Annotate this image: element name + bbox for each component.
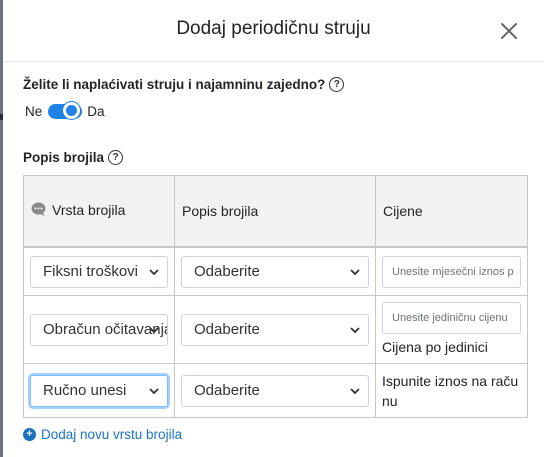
toggle-knob bbox=[63, 102, 81, 119]
chevron-down-icon bbox=[350, 387, 360, 394]
meter-type-select[interactable]: Obračun očitavanja bbox=[30, 313, 168, 346]
header-meter-type-label: Vrsta brojila bbox=[52, 201, 126, 218]
select-value: Fiksni troškovi bbox=[43, 262, 139, 280]
meter-type-select[interactable]: Fiksni troškovi bbox=[30, 255, 168, 288]
manual-entry-note: Ispunite iznos na računu bbox=[382, 372, 519, 409]
toggle-on-label: Da bbox=[87, 104, 105, 119]
chevron-down-icon bbox=[350, 326, 360, 333]
meter-list-select[interactable]: Odaberite bbox=[181, 374, 369, 407]
close-button[interactable] bbox=[499, 21, 519, 41]
close-icon bbox=[501, 23, 517, 39]
meters-table: Vrsta brojila Popis brojila Cijene Fiksn… bbox=[23, 175, 528, 418]
combined-billing-question: Želite li naplaćivati struju i najamninu… bbox=[23, 77, 345, 92]
table-row: Obračun očitavanja Odaberite Unesite jed… bbox=[23, 295, 528, 364]
chevron-down-icon bbox=[149, 326, 159, 333]
add-meter-type-link[interactable]: + Dodaj novu vrstu brojila bbox=[23, 427, 182, 442]
table-header-row: Vrsta brojila Popis brojila Cijene bbox=[23, 175, 528, 247]
select-value: Ručno unesi bbox=[43, 381, 127, 399]
help-icon[interactable]: ? bbox=[329, 77, 345, 92]
combined-billing-toggle-row: Ne Da bbox=[25, 102, 105, 119]
meter-list-select[interactable]: Odaberite bbox=[181, 255, 369, 288]
modal-header: Dodaj periodičnu struju bbox=[3, 0, 544, 62]
unit-price-input[interactable]: Unesite jediničnu cijenu bbox=[382, 302, 521, 334]
toggle-off-label: Ne bbox=[25, 104, 43, 119]
add-meter-modal: Dodaj periodičnu struju Želite li naplać… bbox=[3, 0, 544, 457]
select-value: Odaberite bbox=[194, 262, 260, 280]
header-meter-type: Vrsta brojila bbox=[23, 175, 175, 247]
header-meter-list: Popis brojila bbox=[174, 175, 376, 247]
select-value: Odaberite bbox=[194, 381, 260, 399]
header-prices: Cijene bbox=[375, 175, 528, 247]
question-label: Želite li naplaćivati struju i najamninu… bbox=[23, 77, 326, 92]
meter-list-select[interactable]: Odaberite bbox=[181, 313, 369, 346]
unit-price-note: Cijena po jedinici bbox=[382, 339, 488, 355]
chevron-down-icon bbox=[350, 268, 360, 275]
select-value: Odaberite bbox=[194, 320, 260, 338]
meter-type-select[interactable]: Ručno unesi bbox=[30, 374, 168, 407]
chat-icon bbox=[31, 202, 46, 217]
add-meter-type-label: Dodaj novu vrstu brojila bbox=[41, 427, 183, 442]
plus-circle-icon: + bbox=[23, 428, 36, 441]
monthly-amount-input[interactable]: Unesite mjesečni iznos p bbox=[382, 255, 521, 288]
table-row: Fiksni troškovi Odaberite Unesite mjeseč… bbox=[23, 247, 528, 296]
help-icon[interactable]: ? bbox=[108, 150, 124, 165]
chevron-down-icon bbox=[149, 268, 159, 275]
meters-section-label: Popis brojila ? bbox=[23, 150, 124, 165]
table-row: Ručno unesi Odaberite Ispunite iznos na … bbox=[23, 363, 528, 418]
modal-title: Dodaj periodičnu struju bbox=[176, 18, 371, 39]
chevron-down-icon bbox=[149, 387, 159, 394]
combined-billing-toggle[interactable] bbox=[48, 102, 83, 119]
meters-section-title: Popis brojila bbox=[23, 150, 105, 165]
